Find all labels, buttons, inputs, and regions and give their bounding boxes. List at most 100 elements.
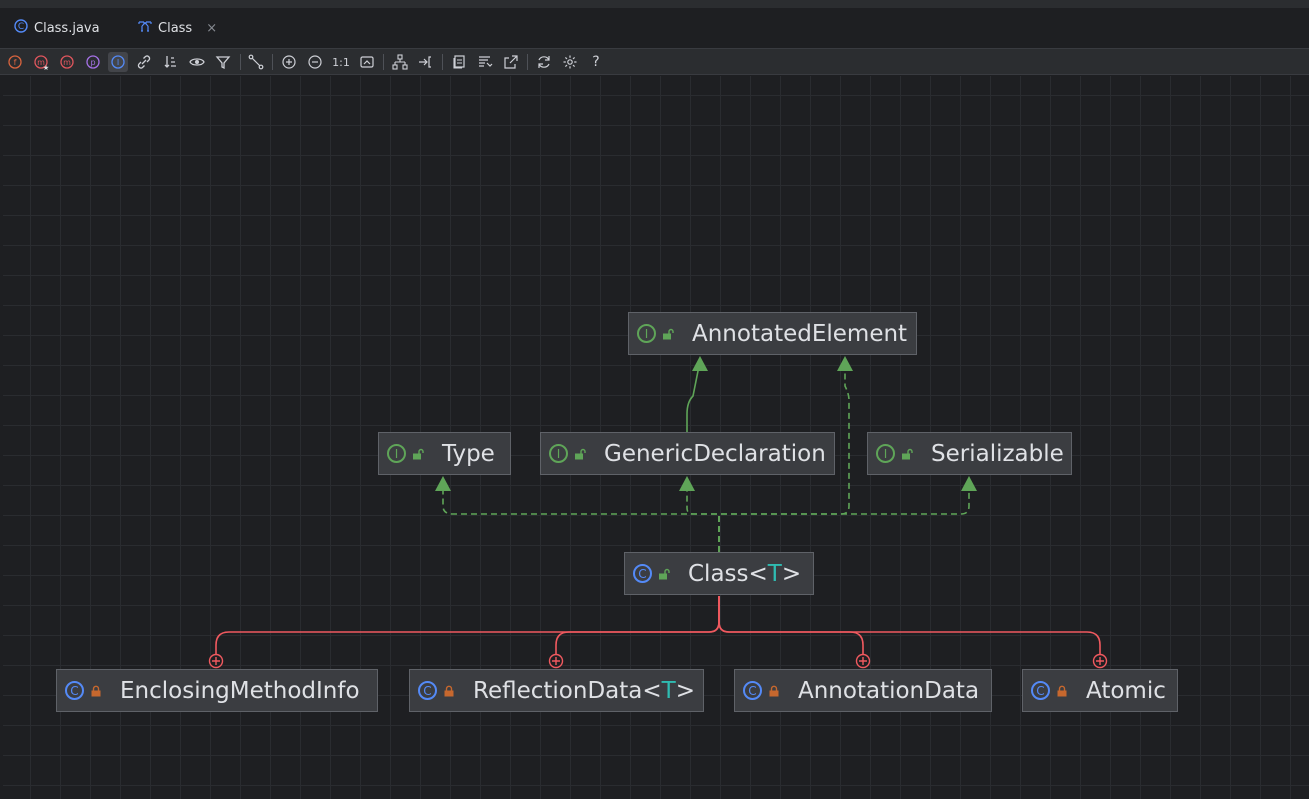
filter-icon[interactable] [213, 52, 233, 72]
unlocked-icon [902, 448, 913, 459]
inner-marker-annotationdata [855, 653, 871, 669]
select-members-icon[interactable] [475, 52, 495, 72]
toolbar-separator [383, 54, 384, 70]
diagram-canvas[interactable]: I AnnotatedElement I Type I GenericDecla… [3, 76, 1309, 799]
tab-class-java[interactable]: C Class.java [14, 8, 100, 48]
diagram-toolbar: f m ★ m p I 1:1 ? [0, 49, 1309, 75]
svg-text:I: I [117, 58, 119, 67]
properties-icon[interactable]: p [83, 52, 103, 72]
interface-icon: I [876, 444, 895, 463]
window-top-strip [0, 0, 1309, 8]
svg-text:p: p [90, 58, 95, 67]
inner-marker-enclosingmethodinfo [208, 653, 224, 669]
arrow-annotatedelement-right [837, 356, 853, 371]
inner-class-edges [215, 596, 1101, 662]
type-parameter: T [767, 560, 782, 587]
node-annotationdata[interactable]: C AnnotationData [734, 669, 992, 712]
node-serializable[interactable]: I Serializable [867, 432, 1072, 475]
zoom-in-icon[interactable] [279, 52, 299, 72]
node-genericdeclaration[interactable]: I GenericDeclaration [540, 432, 835, 475]
class-icon: C [743, 681, 762, 700]
actual-size-icon[interactable]: 1:1 [331, 52, 351, 72]
node-class[interactable]: C Class< T > [624, 552, 814, 595]
edge-class-to-atomic [718, 596, 1101, 662]
inner-classes-icon[interactable]: I [108, 52, 128, 72]
svg-text:C: C [18, 22, 24, 32]
toolbar-separator [240, 54, 241, 70]
interface-icon: I [387, 444, 406, 463]
node-label: Type [442, 440, 495, 467]
edge-routing-icon[interactable] [246, 52, 266, 72]
node-label-suffix: > [675, 677, 695, 704]
zoom-out-icon[interactable] [305, 52, 325, 72]
unlocked-icon [663, 328, 674, 339]
refresh-icon[interactable] [534, 52, 554, 72]
methods-icon[interactable]: m [57, 52, 77, 72]
export-icon[interactable] [501, 52, 521, 72]
toolbar-separator [442, 54, 443, 70]
unlocked-icon [659, 568, 670, 579]
arrow-annotatedelement-left [692, 356, 708, 371]
settings-icon[interactable] [560, 52, 580, 72]
class-icon: C [633, 564, 652, 583]
edge-class-to-enclosingmethodinfo [215, 596, 720, 662]
node-label: AnnotatedElement [692, 320, 908, 347]
diagram-icon [138, 19, 152, 37]
inner-class-markers [208, 653, 1108, 669]
help-icon[interactable]: ? [586, 52, 606, 72]
layout-icon[interactable] [390, 52, 410, 72]
tab-label: Class [158, 20, 193, 36]
arrow-type [435, 476, 451, 491]
node-reflectiondata[interactable]: C ReflectionData< T > [409, 669, 704, 712]
editor-tab-bar: C Class.java Class × [0, 8, 1309, 56]
node-label: Serializable [931, 440, 1064, 467]
type-parameter: T [661, 677, 676, 704]
interface-icon: I [637, 324, 656, 343]
edge-class-to-type [442, 484, 720, 552]
edge-class-to-genericdeclaration [686, 484, 720, 552]
arrow-genericdeclaration [679, 476, 695, 491]
unlocked-icon [575, 448, 586, 459]
locked-icon [1057, 685, 1067, 696]
node-type[interactable]: I Type [378, 432, 511, 475]
edge-class-to-serializable [718, 484, 970, 552]
inner-marker-atomic [1092, 653, 1108, 669]
node-label: AnnotationData [798, 677, 980, 704]
edge-class-to-reflectiondata [555, 596, 720, 662]
tab-class-diagram[interactable]: Class × [126, 8, 223, 48]
dependencies-icon[interactable] [134, 52, 154, 72]
class-file-icon: C [14, 19, 28, 37]
node-label: Class< [688, 560, 768, 587]
node-label: Atomic [1086, 677, 1166, 704]
inner-marker-reflectiondata [548, 653, 564, 669]
tab-label: Class.java [34, 20, 100, 36]
visibility-icon[interactable] [187, 52, 207, 72]
node-label: GenericDeclaration [604, 440, 826, 467]
node-annotatedelement[interactable]: I AnnotatedElement [628, 312, 917, 355]
copy-diagram-icon[interactable] [449, 52, 469, 72]
sort-icon[interactable] [161, 52, 181, 72]
locked-icon [91, 685, 101, 696]
toolbar-separator [272, 54, 273, 70]
toolbar-separator [527, 54, 528, 70]
fields-icon[interactable]: f [5, 52, 25, 72]
constructors-icon[interactable]: m ★ [31, 52, 51, 72]
svg-text:f: f [14, 58, 17, 67]
locked-icon [769, 685, 779, 696]
node-atomic[interactable]: C Atomic [1022, 669, 1178, 712]
locked-icon [444, 685, 454, 696]
apply-layout-icon[interactable] [416, 52, 436, 72]
arrow-serializable [961, 476, 977, 491]
svg-text:★: ★ [43, 64, 49, 70]
node-label: ReflectionData< [473, 677, 662, 704]
class-icon: C [1031, 681, 1050, 700]
fit-content-icon[interactable] [357, 52, 377, 72]
node-enclosingmethodinfo[interactable]: C EnclosingMethodInfo [56, 669, 378, 712]
unlocked-icon [413, 448, 424, 459]
node-label: EnclosingMethodInfo [120, 677, 360, 704]
svg-text:m: m [63, 58, 71, 67]
close-icon[interactable]: × [206, 21, 217, 36]
class-icon: C [65, 681, 84, 700]
interface-icon: I [549, 444, 568, 463]
edge-class-to-annotationdata [718, 596, 864, 662]
